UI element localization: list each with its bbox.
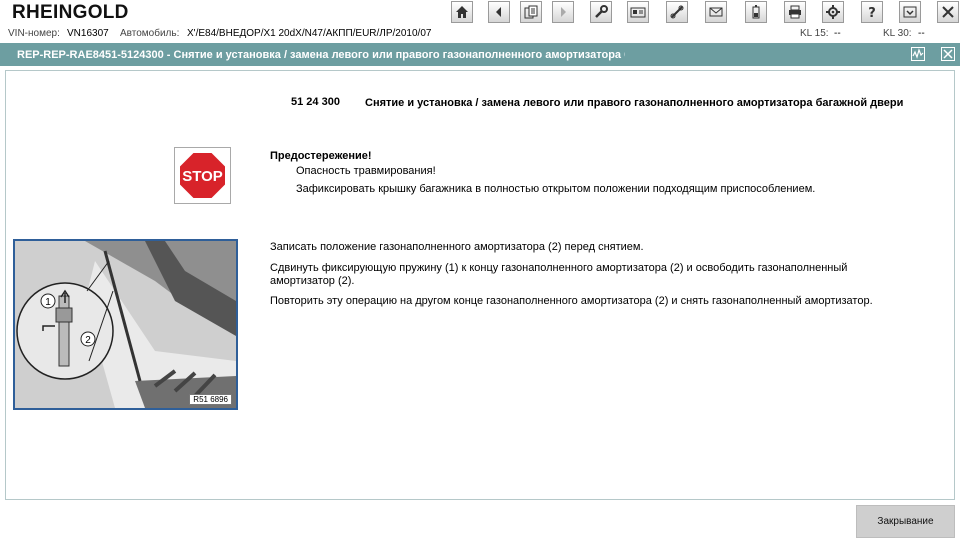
app-logo: RHEINGOLD — [12, 2, 129, 23]
close-button[interactable]: Закрывание — [856, 505, 955, 538]
vehicle-info-button[interactable] — [627, 1, 649, 23]
kl30-value: -- — [918, 28, 925, 39]
repair-title: Снятие и установка / замена левого или п… — [365, 97, 904, 109]
probe-icon — [670, 5, 684, 19]
warning-heading: Предостережение! — [270, 150, 372, 162]
vehicle-info-bar: VIN-номер: VN16307 Автомобиль: X'/E84/ВН… — [0, 25, 960, 43]
close-icon — [943, 49, 953, 59]
warning-line-2: Зафиксировать крышку багажника в полност… — [296, 183, 816, 195]
battery-button[interactable] — [745, 1, 767, 23]
printer-icon — [789, 5, 801, 19]
callout-1: 1 — [45, 297, 51, 308]
close-document-button[interactable] — [941, 47, 955, 61]
car-value: X'/E84/ВНЕДОР/X1 20dX/N47/АКПП/EUR/ЛР/20… — [187, 28, 432, 39]
home-icon — [456, 6, 468, 18]
minimize-icon — [903, 6, 917, 18]
messages-button[interactable] — [705, 1, 727, 23]
vin-label: VIN-номер: — [8, 28, 60, 39]
step-3: Повторить эту операцию на другом конце г… — [270, 295, 873, 307]
stop-sign-text: STOP — [182, 168, 223, 185]
kl15-label: KL 15: — [800, 28, 829, 39]
documents-icon — [524, 5, 538, 19]
exit-button[interactable] — [937, 1, 959, 23]
print-button[interactable] — [784, 1, 806, 23]
forward-button[interactable] — [552, 1, 574, 23]
waveform-icon — [912, 48, 924, 59]
kl15-value: -- — [834, 28, 841, 39]
top-toolbar: RHEINGOLD ? — [0, 0, 960, 25]
step-1: Записать положение газонаполненного амор… — [270, 241, 644, 253]
svg-text:?: ? — [868, 6, 876, 20]
signal-view-button[interactable] — [911, 47, 925, 61]
arrow-left-icon — [496, 7, 501, 17]
home-button[interactable] — [451, 1, 473, 23]
minimize-button[interactable] — [899, 1, 921, 23]
step-2: Сдвинуть фиксирующую пружину (1) к концу… — [270, 262, 848, 287]
envelope-icon — [709, 7, 723, 17]
close-icon — [942, 6, 954, 18]
repair-number: 51 24 300 — [291, 96, 340, 108]
settings-button[interactable] — [822, 1, 844, 23]
shock-absorber-illustration: 1 2 R51 6896 — [13, 239, 238, 410]
card-icon — [630, 7, 646, 18]
illustration-label: R51 6896 — [189, 394, 232, 405]
document-title-bar: REP-REP-RAE8451-5124300 - Снятие и устан… — [0, 43, 960, 66]
help-button[interactable]: ? — [861, 1, 883, 23]
callout-2: 2 — [85, 335, 91, 346]
car-label: Автомобиль: — [120, 28, 180, 39]
gear-icon — [826, 5, 840, 19]
service-functions-button[interactable] — [590, 1, 612, 23]
back-button[interactable] — [488, 1, 510, 23]
wrench-icon — [595, 5, 608, 18]
vin-value: VN16307 — [67, 28, 109, 39]
warning-line-1: Опасность травмирования! — [296, 165, 436, 177]
document-window-title: REP-REP-RAE8451-5124300 - Снятие и устан… — [17, 49, 625, 61]
measuring-button[interactable] — [666, 1, 688, 23]
battery-icon — [752, 5, 760, 19]
kl30-label: KL 30: — [883, 28, 912, 39]
stop-sign-icon: STOP — [174, 147, 231, 204]
question-icon: ? — [868, 6, 876, 20]
documents-button[interactable] — [520, 1, 542, 23]
arrow-right-icon — [561, 7, 566, 17]
